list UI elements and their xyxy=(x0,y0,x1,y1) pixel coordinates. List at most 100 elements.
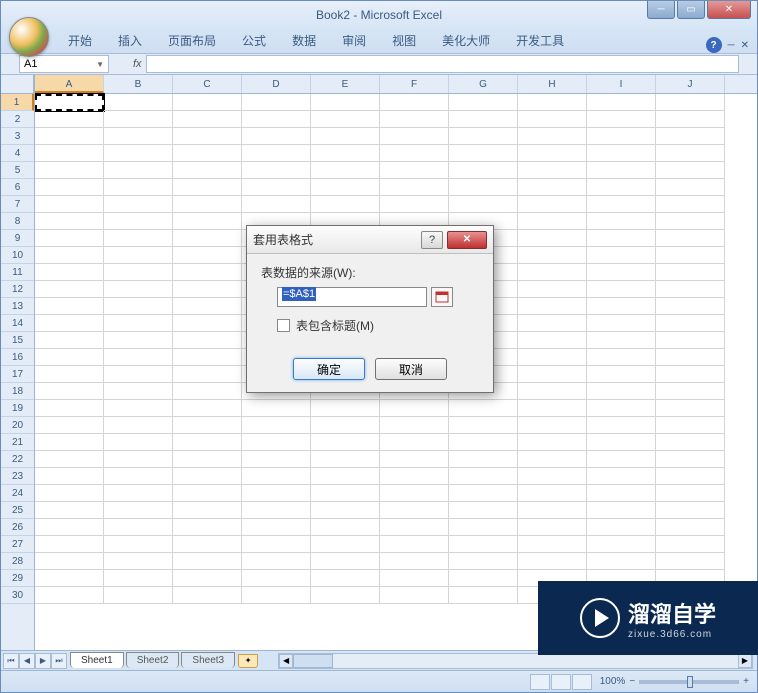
cell[interactable] xyxy=(35,383,104,400)
cell[interactable] xyxy=(311,111,380,128)
cell[interactable] xyxy=(587,417,656,434)
cell[interactable] xyxy=(311,434,380,451)
cell[interactable] xyxy=(173,332,242,349)
sheet-nav-prev-icon[interactable]: ◀ xyxy=(19,653,35,669)
cell[interactable] xyxy=(380,570,449,587)
cell[interactable] xyxy=(173,536,242,553)
cell[interactable] xyxy=(518,553,587,570)
cell[interactable] xyxy=(587,94,656,111)
cell[interactable] xyxy=(173,553,242,570)
cell[interactable] xyxy=(173,145,242,162)
cell[interactable] xyxy=(656,162,725,179)
help-icon[interactable]: ? xyxy=(706,37,722,53)
cell[interactable] xyxy=(380,553,449,570)
cell[interactable] xyxy=(35,94,104,111)
cell[interactable] xyxy=(242,536,311,553)
cell[interactable] xyxy=(587,366,656,383)
column-header[interactable]: F xyxy=(380,75,449,93)
cell[interactable] xyxy=(656,247,725,264)
cell[interactable] xyxy=(104,315,173,332)
cell[interactable] xyxy=(380,519,449,536)
cell[interactable] xyxy=(518,451,587,468)
cell[interactable] xyxy=(242,570,311,587)
cell[interactable] xyxy=(173,179,242,196)
cell[interactable] xyxy=(173,366,242,383)
cell[interactable] xyxy=(587,315,656,332)
cell[interactable] xyxy=(35,281,104,298)
cell[interactable] xyxy=(311,417,380,434)
cell[interactable] xyxy=(104,417,173,434)
cell[interactable] xyxy=(311,94,380,111)
cell[interactable] xyxy=(242,502,311,519)
cell[interactable] xyxy=(35,553,104,570)
row-header[interactable]: 22 xyxy=(1,451,34,468)
cell[interactable] xyxy=(104,332,173,349)
cancel-button[interactable]: 取消 xyxy=(375,358,447,380)
cell[interactable] xyxy=(242,519,311,536)
cell[interactable] xyxy=(35,434,104,451)
cell[interactable] xyxy=(380,451,449,468)
cell[interactable] xyxy=(104,213,173,230)
cell[interactable] xyxy=(35,298,104,315)
cell[interactable] xyxy=(449,145,518,162)
row-header[interactable]: 25 xyxy=(1,502,34,519)
tab-data[interactable]: 数据 xyxy=(279,27,329,53)
column-header[interactable]: C xyxy=(173,75,242,93)
cell[interactable] xyxy=(173,298,242,315)
cell[interactable] xyxy=(518,468,587,485)
row-header[interactable]: 7 xyxy=(1,196,34,213)
cell[interactable] xyxy=(587,179,656,196)
cell[interactable] xyxy=(656,213,725,230)
dialog-titlebar[interactable]: 套用表格式 ? ✕ xyxy=(247,226,493,254)
cell[interactable] xyxy=(380,417,449,434)
cell[interactable] xyxy=(656,264,725,281)
row-header[interactable]: 27 xyxy=(1,536,34,553)
headers-checkbox[interactable] xyxy=(277,319,290,332)
cell[interactable] xyxy=(173,400,242,417)
cell[interactable] xyxy=(35,145,104,162)
cell[interactable] xyxy=(242,434,311,451)
hscroll-right-icon[interactable]: ▶ xyxy=(738,654,752,668)
cell[interactable] xyxy=(173,451,242,468)
tab-review[interactable]: 审阅 xyxy=(329,27,379,53)
cell[interactable] xyxy=(587,383,656,400)
cell[interactable] xyxy=(242,553,311,570)
tab-developer[interactable]: 开发工具 xyxy=(503,27,577,53)
cell[interactable] xyxy=(104,570,173,587)
cell[interactable] xyxy=(449,587,518,604)
maximize-button[interactable]: ▭ xyxy=(677,1,705,19)
row-header[interactable]: 21 xyxy=(1,434,34,451)
cell[interactable] xyxy=(518,383,587,400)
cell[interactable] xyxy=(380,468,449,485)
cell[interactable] xyxy=(311,400,380,417)
cell[interactable] xyxy=(380,111,449,128)
row-header[interactable]: 24 xyxy=(1,485,34,502)
cell[interactable] xyxy=(656,230,725,247)
ribbon-minimize-icon[interactable]: ─ xyxy=(728,40,735,51)
cell[interactable] xyxy=(449,519,518,536)
cell[interactable] xyxy=(380,587,449,604)
cell[interactable] xyxy=(449,570,518,587)
formula-bar[interactable] xyxy=(146,55,739,73)
cell[interactable] xyxy=(35,587,104,604)
minimize-button[interactable]: ─ xyxy=(647,1,675,19)
row-header[interactable]: 2 xyxy=(1,111,34,128)
cell[interactable] xyxy=(35,264,104,281)
cell[interactable] xyxy=(173,196,242,213)
row-header[interactable]: 23 xyxy=(1,468,34,485)
row-header[interactable]: 29 xyxy=(1,570,34,587)
cell[interactable] xyxy=(35,485,104,502)
cell[interactable] xyxy=(449,434,518,451)
sheet-tab-1[interactable]: Sheet1 xyxy=(70,652,124,668)
cell[interactable] xyxy=(104,451,173,468)
tab-view[interactable]: 视图 xyxy=(379,27,429,53)
cell[interactable] xyxy=(449,553,518,570)
cell[interactable] xyxy=(104,468,173,485)
cell[interactable] xyxy=(242,94,311,111)
cell[interactable] xyxy=(518,502,587,519)
cell[interactable] xyxy=(587,536,656,553)
view-pagelayout-button[interactable] xyxy=(551,674,571,690)
cell[interactable] xyxy=(35,468,104,485)
cell[interactable] xyxy=(173,502,242,519)
office-button[interactable] xyxy=(9,17,49,57)
